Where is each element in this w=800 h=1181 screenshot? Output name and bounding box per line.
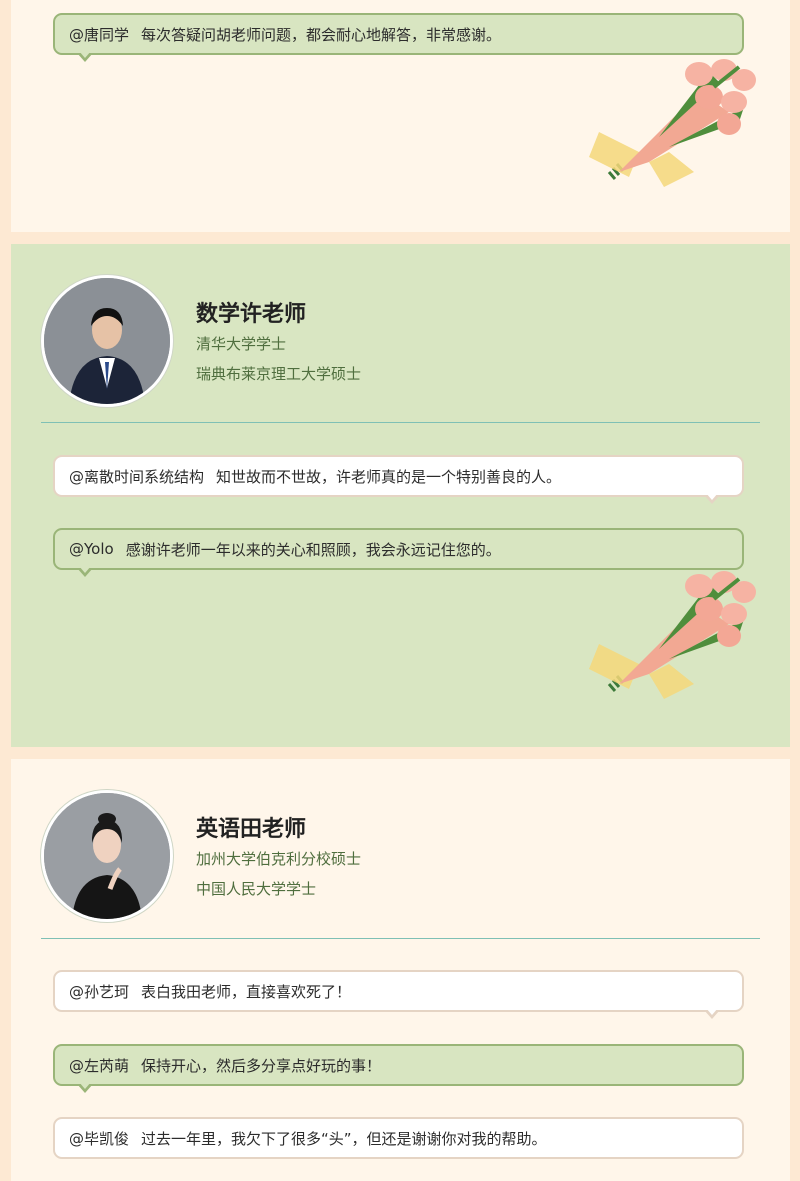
teacher-avatar: [41, 275, 173, 407]
comment-bubble: @左芮萌 保持开心，然后多分享点好玩的事！: [53, 1044, 744, 1093]
comment-user: @离散时间系统结构: [69, 467, 205, 486]
comment-bubble: @唐同学 每次答疑问胡老师问题，都会耐心地解答，非常感谢。: [53, 13, 744, 62]
comment-user: @Yolo: [69, 540, 114, 558]
teacher-avatar: [41, 790, 173, 922]
testimonial-card-top: @唐同学 每次答疑问胡老师问题，都会耐心地解答，非常感谢。: [11, 0, 790, 232]
comment-user: @左芮萌: [69, 1056, 130, 1075]
comment-bubble: @毕凯俊 过去一年里，我欠下了很多“头”，但还是谢谢你对我的帮助。: [53, 1117, 744, 1159]
divider: [41, 422, 760, 423]
teacher-credential: 中国人民大学学士: [196, 880, 317, 898]
bubble-tail: [77, 1082, 93, 1093]
comment-text: 感谢许老师一年以来的关心和照顾，我会永远记住您的。: [125, 540, 501, 559]
comment-user: @毕凯俊: [69, 1129, 130, 1148]
bubble-tail: [704, 493, 720, 504]
teacher-credential: 清华大学学士: [196, 335, 287, 353]
comment-bubble: @孙艺珂 表白我田老师，直接喜欢死了！: [53, 970, 744, 1019]
comment-text: 每次答疑问胡老师问题，都会耐心地解答，非常感谢。: [141, 25, 502, 44]
comment-text: 表白我田老师，直接喜欢死了！: [141, 982, 352, 1001]
comment-text: 保持开心，然后多分享点好玩的事！: [141, 1056, 382, 1075]
comment-text: 过去一年里，我欠下了很多“头”，但还是谢谢你对我的帮助。: [141, 1129, 547, 1148]
comment-bubble: @离散时间系统结构 知世故而不世故，许老师真的是一个特别善良的人。: [53, 455, 744, 504]
teacher-credential: 加州大学伯克利分校硕士: [196, 850, 362, 868]
teacher-card-english: 英语田老师 加州大学伯克利分校硕士 中国人民大学学士 @孙艺珂 表白我田老师，直…: [11, 759, 790, 1181]
bubble-tail: [77, 566, 93, 577]
tulip-bouquet-icon: [589, 571, 756, 699]
teacher-card-math: 数学许老师 清华大学学士 瑞典布莱京理工大学硕士 @离散时间系统结构 知世故而不…: [11, 244, 790, 747]
tulip-bouquet-icon: [589, 59, 756, 187]
divider: [41, 938, 760, 939]
bubble-tail: [77, 51, 93, 62]
teacher-name: 英语田老师: [196, 817, 307, 842]
bubble-tail: [704, 1008, 720, 1019]
comment-user: @唐同学: [69, 25, 130, 44]
comment-text: 知世故而不世故，许老师真的是一个特别善良的人。: [216, 467, 562, 486]
teacher-credential: 瑞典布莱京理工大学硕士: [196, 365, 362, 383]
teacher-name: 数学许老师: [196, 302, 307, 327]
comment-user: @孙艺珂: [69, 982, 130, 1001]
